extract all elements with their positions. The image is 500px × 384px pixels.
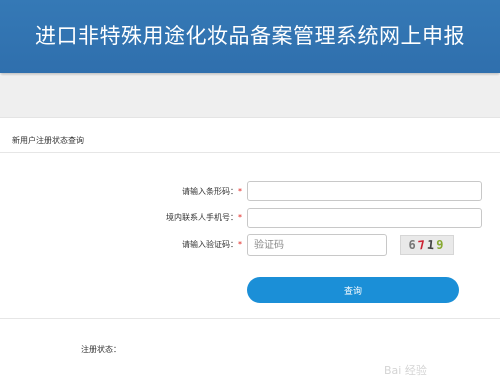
result-divider <box>0 318 500 319</box>
captcha-char: 9 <box>436 238 446 252</box>
captcha-label: 请输入验证码：* <box>0 239 242 250</box>
captcha-char: 1 <box>426 237 437 253</box>
barcode-label: 请输入条形码：* <box>0 186 242 197</box>
section-divider <box>0 152 500 153</box>
barcode-label-text: 请输入条形码： <box>182 187 238 196</box>
header-banner: 进口非特殊用途化妆品备案管理系统网上申报 <box>0 0 500 73</box>
watermark: Bai 经验 <box>384 364 427 377</box>
phone-label: 境内联系人手机号：* <box>0 212 242 223</box>
registration-status-label: 注册状态： <box>81 345 121 354</box>
captcha-input[interactable] <box>247 234 387 256</box>
captcha-label-text: 请输入验证码： <box>182 240 238 249</box>
captcha-image[interactable]: 6 7 1 9 <box>400 235 454 255</box>
required-mark: * <box>238 213 242 222</box>
nav-band <box>0 76 500 118</box>
phone-label-text: 境内联系人手机号： <box>166 213 238 222</box>
required-mark: * <box>238 187 242 196</box>
required-mark: * <box>238 240 242 249</box>
query-button[interactable]: 查询 <box>247 277 459 303</box>
phone-input[interactable] <box>247 208 482 228</box>
system-title: 进口非特殊用途化妆品备案管理系统网上申报 <box>35 24 465 48</box>
section-title: 新用户注册状态查询 <box>12 136 84 145</box>
barcode-input[interactable] <box>247 181 482 201</box>
